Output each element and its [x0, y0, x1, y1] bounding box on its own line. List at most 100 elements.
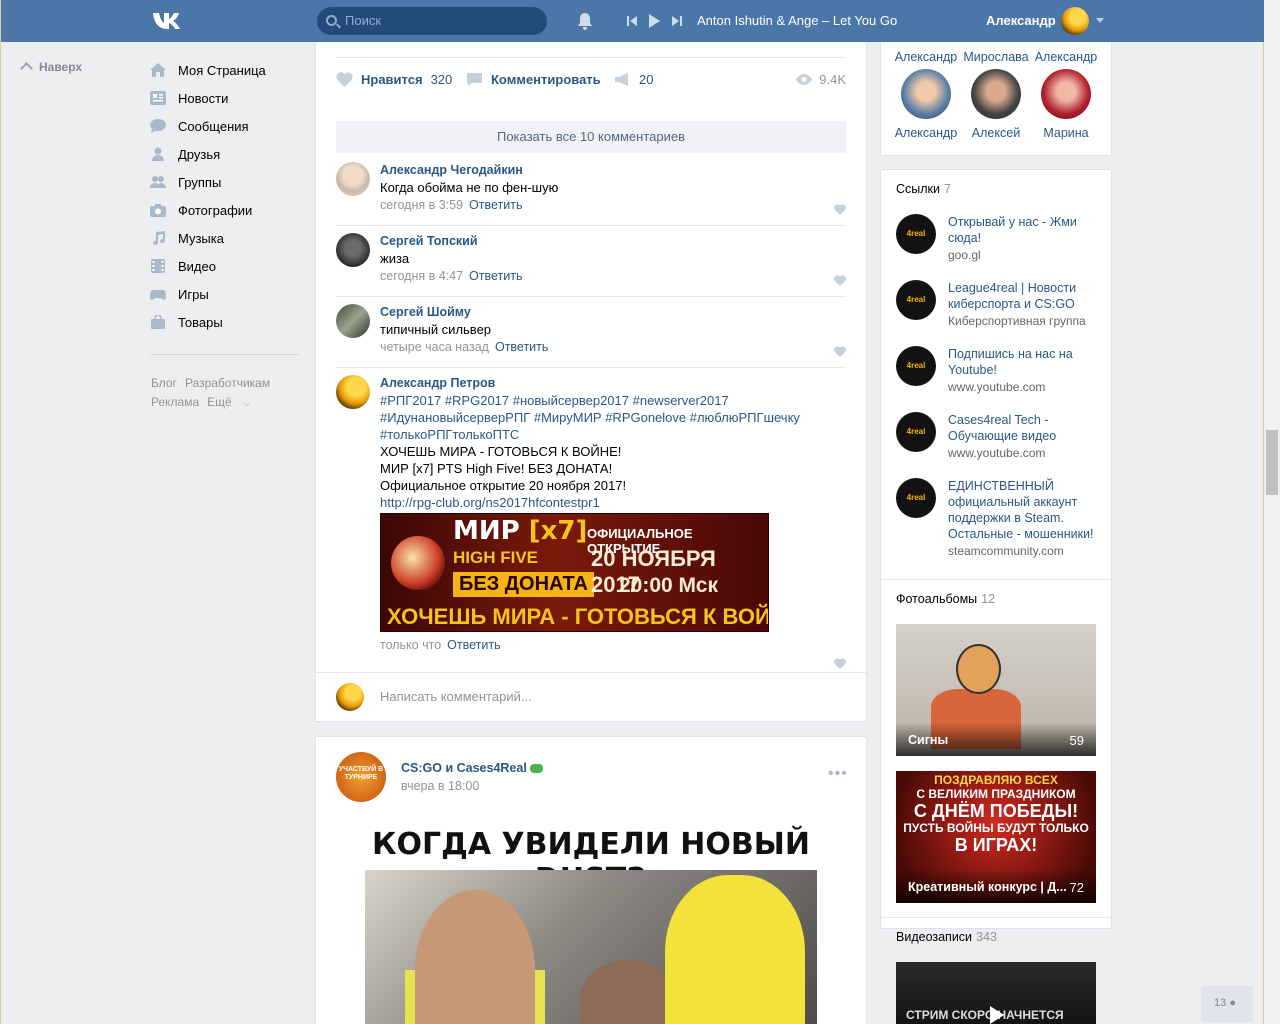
comment-hashtags-line[interactable]: #ИдунановыйсерверРПГ #МируМИР #RPGonelov…	[380, 409, 846, 426]
chevron-down-icon[interactable]	[1096, 18, 1104, 23]
comment-author[interactable]: Александр Петров	[380, 375, 846, 392]
comment-author[interactable]: Александр Чегодайкин	[380, 162, 846, 179]
header-avatar[interactable]	[1061, 7, 1089, 35]
links-header[interactable]: Ссылки 7	[896, 182, 951, 196]
friend-avatar[interactable]	[971, 69, 1021, 119]
link-title[interactable]: Cases4real Tech - Обучающие видео	[948, 412, 1106, 444]
heart-icon[interactable]	[834, 658, 846, 669]
nav-item-my-page[interactable]: Моя Страница	[150, 56, 300, 84]
friend-name[interactable]: Мирослава	[961, 50, 1031, 64]
post-author[interactable]: CS:GO и Cases4Real	[401, 761, 543, 775]
reply-link[interactable]: Ответить	[447, 638, 500, 652]
post-photo[interactable]	[365, 870, 817, 1024]
link-title[interactable]: ЕДИНСТВЕННЫЙ официальный аккаунт поддерж…	[948, 478, 1106, 542]
nav-item-groups[interactable]: Группы	[150, 168, 300, 196]
comment-text-line: ХОЧЕШЬ МИРА - ГОТОВЬСЯ К ВОЙНЕ!	[380, 444, 622, 459]
banner-subtitle: HIGH FIVE	[453, 548, 539, 567]
camera-icon	[150, 204, 166, 217]
show-all-comments-button[interactable]: Показать все 10 комментариев	[336, 121, 846, 153]
more-options-icon[interactable]: •••	[828, 765, 848, 783]
videos-header[interactable]: Видеозаписи 343	[896, 930, 997, 944]
like-count: 320	[430, 72, 453, 87]
nav-item-news[interactable]: Новости	[150, 84, 300, 112]
bell-icon[interactable]	[577, 12, 593, 30]
video-item[interactable]: СТРИМ СКОРО НАЧНЕТСЯ	[896, 962, 1096, 1024]
online-friends-button[interactable]: 13 ●	[1201, 986, 1253, 1022]
nav-item-market[interactable]: Товары	[150, 308, 300, 336]
post-author-avatar[interactable]: УЧАСТВУЙ В ТУРНИРЕ	[336, 752, 386, 802]
comment-avatar[interactable]	[336, 233, 370, 267]
comment-hashtags-line[interactable]: #толькоРПГтолькоПТС	[380, 426, 846, 443]
comment-time[interactable]: четыре часа назад	[380, 340, 489, 354]
comment-text-line: МИР [x7] PTS High Five! БЕЗ ДОНАТА!	[380, 461, 613, 476]
nav-item-music[interactable]: Музыка	[150, 224, 300, 252]
friend-name[interactable]: Александр	[1031, 50, 1101, 64]
wall-post: УЧАСТВУЙ В ТУРНИРЕ CS:GO и Cases4Real вч…	[315, 736, 867, 1024]
comment-button[interactable]: Комментировать	[466, 72, 601, 87]
next-track-icon[interactable]	[670, 13, 684, 29]
search-input[interactable]: Поиск	[317, 7, 547, 35]
comment-author[interactable]: Сергей Топский	[380, 233, 846, 250]
comment-banner-image[interactable]: МИР [x7] HIGH FIVE БЕЗ ДОНАТА ОФИЦИАЛЬНО…	[380, 513, 769, 632]
footer-link-ads[interactable]: Реклама	[151, 395, 199, 409]
composer-avatar	[336, 683, 364, 711]
chevron-up-icon	[20, 62, 33, 75]
comment-item: Сергей Топский жиза сегодня в 4:47 Ответи…	[336, 233, 846, 303]
link-title[interactable]: League4real | Новости киберспорта и CS:G…	[948, 280, 1106, 312]
comment-time[interactable]: сегодня в 4:47	[380, 269, 463, 283]
albums-header[interactable]: Фотоальбомы 12	[896, 592, 995, 606]
nav-item-video[interactable]: Видео	[150, 252, 300, 280]
scroll-top-button[interactable]: Наверх	[20, 60, 82, 75]
vk-logo[interactable]	[151, 9, 185, 33]
friend-name[interactable]: Александр	[891, 50, 961, 64]
comment-avatar[interactable]	[336, 375, 370, 409]
scrollbar-thumb[interactable]	[1266, 430, 1278, 495]
section-divider	[881, 579, 1111, 580]
scrollbar-track[interactable]	[1264, 0, 1280, 1024]
friend-name[interactable]: Марина	[1031, 126, 1101, 140]
play-icon[interactable]	[647, 13, 661, 29]
reply-link[interactable]: Ответить	[469, 198, 522, 212]
comment-avatar[interactable]	[336, 304, 370, 338]
link-logo: 4real	[896, 280, 936, 320]
heart-icon[interactable]	[834, 346, 846, 357]
friend-avatar[interactable]	[901, 69, 951, 119]
link-desc: Киберспортивная группа	[948, 314, 1086, 328]
comment-link[interactable]: http://rpg-club.org/ns2017hfcontestpr1	[380, 494, 846, 511]
comment-time[interactable]: только что	[380, 638, 441, 652]
reply-link[interactable]: Ответить	[469, 269, 522, 283]
album-item[interactable]: Сигны 59	[896, 624, 1096, 756]
now-playing-title[interactable]: Anton Ishutin & Ange – Let You Go	[697, 13, 897, 28]
link-title[interactable]: Открывай у нас - Жми сюда!	[948, 214, 1106, 246]
footer-link-more[interactable]: Ещё ⌵	[207, 395, 258, 409]
comment-time[interactable]: сегодня в 3:59	[380, 198, 463, 212]
like-button[interactable]: Нравится 320	[336, 72, 452, 87]
prev-track-icon[interactable]	[625, 13, 639, 29]
footer-link-blog[interactable]: Блог	[151, 376, 177, 390]
videos-title: Видеозаписи	[896, 930, 973, 944]
album-item[interactable]: ПОЗДРАВЛЯЮ ВСЕХ С ВЕЛИКИМ ПРАЗДНИКОМ С Д…	[896, 771, 1096, 903]
heart-icon[interactable]	[834, 275, 846, 286]
composer-divider	[316, 672, 866, 673]
header-user-name[interactable]: Александр	[986, 13, 1056, 28]
post-date[interactable]: вчера в 18:00	[401, 779, 479, 793]
friend-name[interactable]: Алексей	[961, 126, 1031, 140]
nav-item-friends[interactable]: Друзья	[150, 140, 300, 168]
friend-avatar[interactable]	[1041, 69, 1091, 119]
share-button[interactable]: 20	[614, 72, 653, 87]
comment-avatar[interactable]	[336, 162, 370, 196]
comment-hashtags-line[interactable]: #РПГ2017 #RPG2017 #новыйсервер2017 #news…	[380, 392, 846, 409]
link-desc: steamcommunity.com	[948, 544, 1064, 558]
videos-count: 343	[976, 930, 997, 944]
friend-name[interactable]: Александр	[891, 126, 961, 140]
comment-author[interactable]: Сергей Шойму	[380, 304, 846, 321]
comment-input[interactable]: Написать комментарий...	[380, 689, 532, 704]
nav-item-photos[interactable]: Фотографии	[150, 196, 300, 224]
link-title[interactable]: Подпишись на нас на Youtube!	[948, 346, 1106, 378]
bag-icon	[151, 315, 165, 329]
nav-item-messages[interactable]: Сообщения	[150, 112, 300, 140]
footer-link-developers[interactable]: Разработчикам	[185, 376, 270, 390]
nav-item-games[interactable]: Игры	[150, 280, 300, 308]
reply-link[interactable]: Ответить	[495, 340, 548, 354]
heart-icon[interactable]	[834, 204, 846, 215]
